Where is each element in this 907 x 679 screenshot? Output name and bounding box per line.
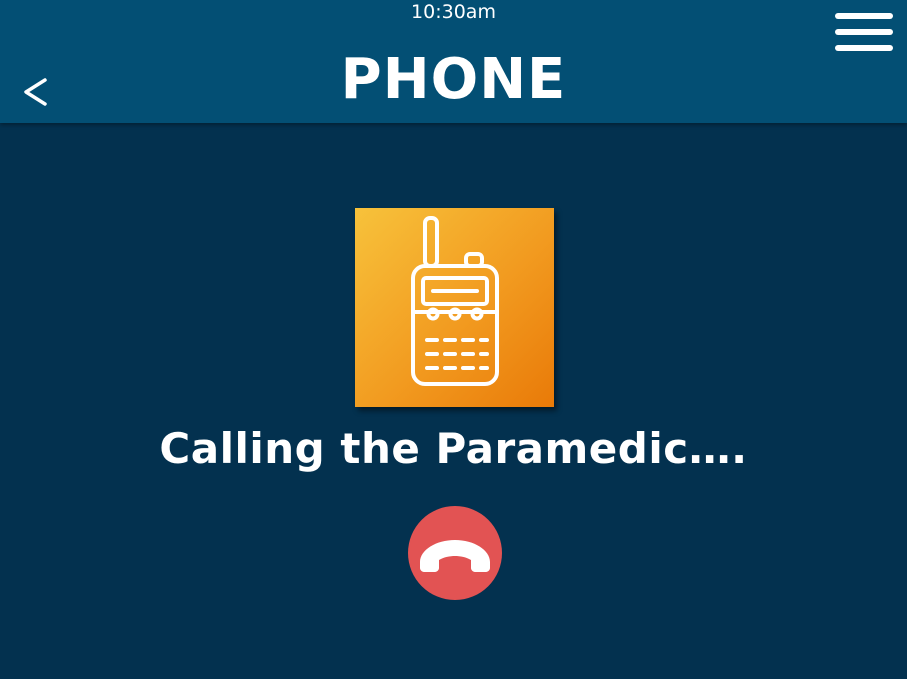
status-time: 10:30am xyxy=(411,1,496,23)
phone-hangup-icon xyxy=(420,540,490,572)
header-bar: 10:30am PHONE xyxy=(0,0,907,123)
paramedic-contact-tile xyxy=(355,208,554,407)
menu-button[interactable] xyxy=(830,8,898,56)
hamburger-menu-icon xyxy=(835,13,893,51)
end-call-button[interactable] xyxy=(408,506,502,600)
phone-screen: 10:30am PHONE Calling the Paramedic…. xyxy=(0,0,907,679)
page-title: PHONE xyxy=(340,47,567,112)
walkie-talkie-icon xyxy=(411,216,499,386)
call-status-text: Calling the Paramedic…. xyxy=(159,424,748,473)
